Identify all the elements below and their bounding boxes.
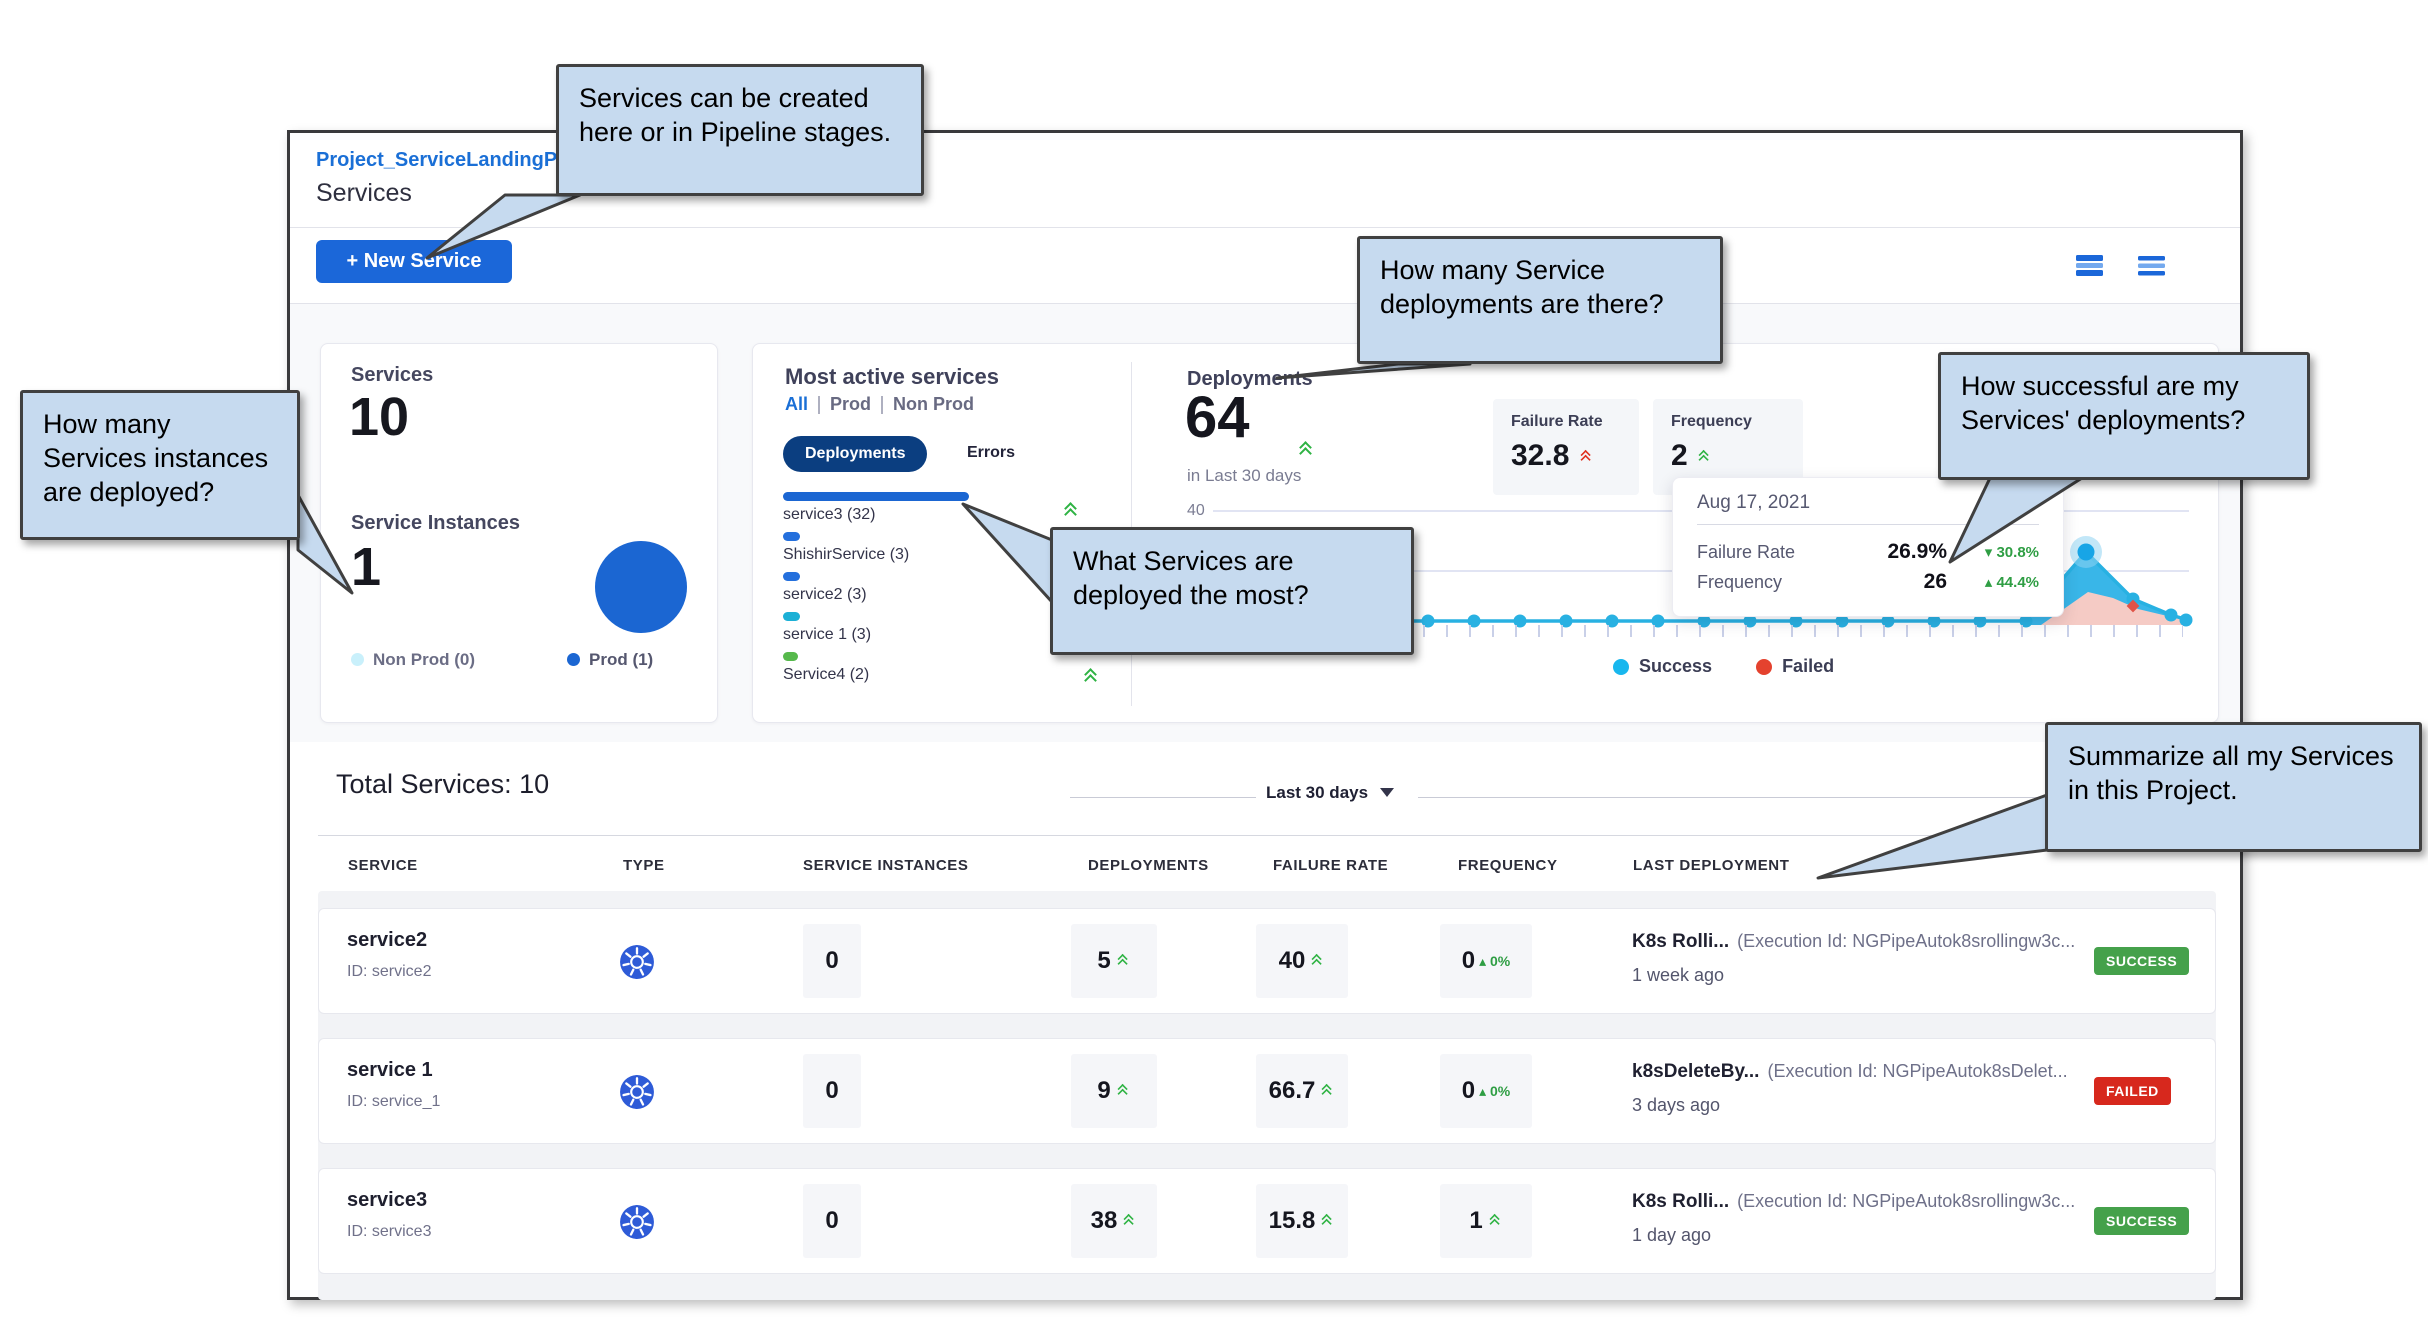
service-instances-label: Service Instances bbox=[351, 512, 520, 535]
chart-legend: Success Failed bbox=[1613, 656, 1834, 677]
col-service: SERVICE bbox=[348, 857, 418, 874]
divider bbox=[1070, 797, 1256, 798]
service-instances-value: 1 bbox=[351, 536, 381, 598]
failure-rate-cell: 40 bbox=[1256, 924, 1348, 998]
services-summary-card: Services 10 Service Instances 1 Non Prod… bbox=[320, 343, 718, 723]
filter-prod[interactable]: Prod bbox=[830, 394, 871, 415]
success-dot-icon bbox=[1613, 659, 1629, 675]
filter-all[interactable]: All bbox=[785, 394, 808, 415]
nonprod-dot-icon bbox=[351, 653, 364, 666]
toggle-errors[interactable]: Errors bbox=[961, 443, 1021, 463]
prod-instances-bubble bbox=[595, 541, 687, 633]
bar bbox=[783, 572, 800, 581]
breadcrumb[interactable]: Project_ServiceLandingPag bbox=[316, 149, 581, 172]
trend-up-icon bbox=[1311, 955, 1324, 968]
bar bbox=[783, 652, 798, 661]
table-row[interactable]: service 1 ID: service_1 0 9 66.7 0▴ 0% k… bbox=[318, 1038, 2216, 1144]
instances-cell: 0 bbox=[803, 1184, 861, 1258]
caret-down-icon bbox=[1380, 788, 1394, 797]
trend-up-icon bbox=[1116, 955, 1129, 968]
delta-up: ▴ 44.4% bbox=[1947, 573, 2039, 591]
col-frequency: FREQUENCY bbox=[1458, 857, 1558, 874]
col-failure-rate: FAILURE RATE bbox=[1273, 857, 1388, 874]
kubernetes-icon bbox=[619, 1204, 655, 1245]
col-deployments: DEPLOYMENTS bbox=[1088, 857, 1209, 874]
trend-up-icon bbox=[1083, 669, 1099, 685]
legend-nonprod: Non Prod (0) bbox=[351, 650, 475, 670]
bar-row: Service4 (2) bbox=[783, 652, 1123, 692]
view-toggle-group bbox=[2076, 253, 2168, 279]
trend-up-icon bbox=[1321, 1215, 1334, 1228]
time-range-dropdown[interactable]: Last 30 days bbox=[1266, 783, 1394, 803]
col-type: TYPE bbox=[623, 857, 665, 874]
card-view-icon[interactable] bbox=[2076, 253, 2106, 279]
divider bbox=[318, 835, 2212, 836]
trend-up-icon bbox=[1063, 503, 1079, 519]
instances-cell: 0 bbox=[803, 924, 861, 998]
trend-up-icon bbox=[1698, 451, 1711, 464]
frequency-cell: 0▴ 0% bbox=[1440, 924, 1532, 998]
legend-prod: Prod (1) bbox=[567, 650, 653, 670]
prod-dot-icon bbox=[567, 653, 580, 666]
tooltip-date: Aug 17, 2021 bbox=[1697, 492, 2039, 514]
bar bbox=[783, 532, 800, 541]
status-badge: FAILED bbox=[2094, 1077, 2171, 1105]
failure-rate-cell: 15.8 bbox=[1256, 1184, 1348, 1258]
separator bbox=[881, 396, 883, 414]
page-title: Services bbox=[316, 179, 412, 208]
trend-up-icon bbox=[1321, 1085, 1334, 1098]
col-last-deployment: LAST DEPLOYMENT bbox=[1633, 857, 1790, 874]
callout-most-deployed: What Services are deployed the most? bbox=[1050, 527, 1414, 655]
instances-cell: 0 bbox=[803, 1054, 861, 1128]
callout-deployment-count: How many Service deployments are there? bbox=[1357, 236, 1723, 364]
callout-deployment-success: How successful are my Services' deployme… bbox=[1938, 352, 2310, 480]
deployments-value: 64 bbox=[1185, 384, 1250, 451]
callout-summarize-services: Summarize all my Services in this Projec… bbox=[2045, 722, 2422, 852]
failure-rate-cell: 66.7 bbox=[1256, 1054, 1348, 1128]
trend-up-icon bbox=[1488, 1215, 1501, 1228]
toggle-deployments[interactable]: Deployments bbox=[783, 436, 927, 472]
bar bbox=[783, 492, 969, 501]
kubernetes-icon bbox=[619, 1074, 655, 1115]
deployments-cell: 38 bbox=[1071, 1184, 1157, 1258]
trend-up-icon bbox=[1116, 1085, 1129, 1098]
failure-rate-stat: Failure Rate 32.8 bbox=[1493, 399, 1639, 495]
list-view-icon[interactable] bbox=[2138, 253, 2168, 279]
table-row[interactable]: service3 ID: service3 0 38 15.8 1 K8s Ro… bbox=[318, 1168, 2216, 1274]
status-badge: SUCCESS bbox=[2094, 947, 2189, 975]
filter-nonprod[interactable]: Non Prod bbox=[893, 394, 974, 415]
separator bbox=[818, 396, 820, 414]
frequency-cell: 1 bbox=[1440, 1184, 1532, 1258]
services-window: Project_ServiceLandingPag Services + New… bbox=[287, 130, 2243, 1300]
bar bbox=[783, 612, 800, 621]
status-badge: SUCCESS bbox=[2094, 1207, 2189, 1235]
new-service-button[interactable]: + New Service bbox=[316, 240, 512, 283]
frequency-cell: 0▴ 0% bbox=[1440, 1054, 1532, 1128]
deployments-period: in Last 30 days bbox=[1187, 466, 1301, 486]
chart-tooltip: Aug 17, 2021 Failure Rate 26.9% ▾ 30.8% … bbox=[1672, 477, 2064, 617]
deployments-cell: 9 bbox=[1071, 1054, 1157, 1128]
trend-up-icon bbox=[1123, 1215, 1136, 1228]
services-count-value: 10 bbox=[349, 386, 409, 448]
delta-down: ▾ 30.8% bbox=[1947, 543, 2039, 561]
kubernetes-icon bbox=[619, 944, 655, 985]
table-row[interactable]: service2 ID: service2 0 5 40 0▴ 0% K8s R… bbox=[318, 908, 2216, 1014]
env-filter: All Prod Non Prod bbox=[785, 394, 974, 415]
failed-dot-icon bbox=[1756, 659, 1772, 675]
total-services-label: Total Services: 10 bbox=[336, 769, 549, 800]
services-count-label: Services bbox=[351, 364, 433, 387]
most-active-title: Most active services bbox=[785, 364, 999, 390]
divider bbox=[290, 227, 2240, 228]
trend-up-red-icon bbox=[1579, 451, 1592, 464]
divider bbox=[1697, 524, 2039, 525]
callout-create-services: Services can be created here or in Pipel… bbox=[556, 64, 924, 196]
trend-up-icon bbox=[1298, 442, 1314, 458]
callout-instances-deployed: How many Services instances are deployed… bbox=[20, 390, 300, 540]
col-service-instances: SERVICE INSTANCES bbox=[803, 857, 969, 874]
deployments-cell: 5 bbox=[1071, 924, 1157, 998]
